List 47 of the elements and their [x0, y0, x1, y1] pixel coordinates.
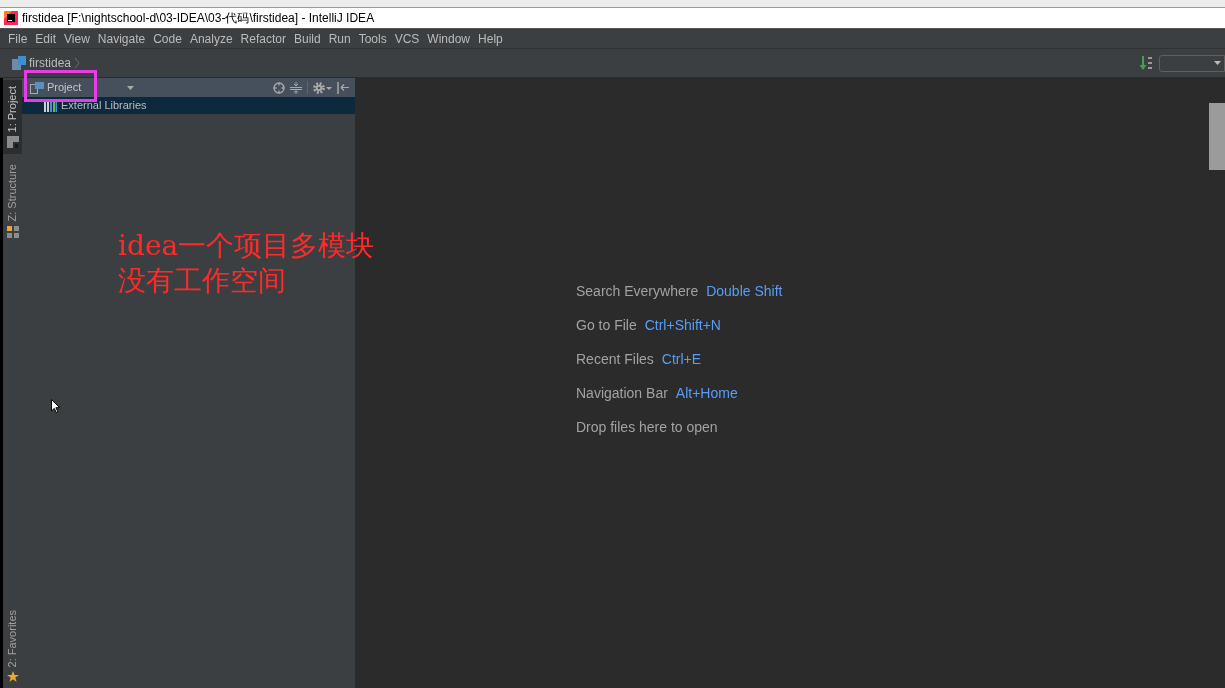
structure-tool-icon: [6, 225, 19, 238]
tool-window-tab[interactable]: Z: Structure: [3, 158, 22, 244]
locate-icon[interactable]: [273, 81, 285, 94]
caret-icon: [127, 85, 135, 90]
star-icon: [6, 671, 19, 682]
update-arrow-icon[interactable]: [1139, 56, 1153, 70]
project-view-dropdown[interactable]: Project: [30, 80, 135, 95]
hint-shortcut: Alt+Home: [675, 384, 738, 403]
logo-icon: [4, 11, 18, 25]
menu-item[interactable]: Refactor: [236, 29, 290, 48]
menu-item[interactable]: File: [4, 29, 32, 48]
tool-window-tab[interactable]: 2: Favorites: [3, 603, 22, 688]
hint-action: Go to File: [576, 316, 637, 335]
menu-item[interactable]: Run: [324, 29, 355, 48]
annotation-text: idea一个项目多模块: [118, 228, 375, 263]
library-icon: [44, 99, 57, 112]
hide-panel-icon[interactable]: [337, 81, 349, 94]
hint-shortcut: Double Shift: [706, 282, 783, 301]
hint-shortcut: Ctrl+Shift+N: [644, 316, 721, 335]
hint-shortcut: Ctrl+E: [661, 350, 702, 369]
collapse-icon[interactable]: [290, 81, 302, 94]
hint-action: Navigation Bar: [576, 384, 668, 403]
window-title: firstidea [F:\nightschool-d\03-IDEA\03-代码\firstidea] - IntelliJ IDEA: [22, 10, 375, 26]
menu-item[interactable]: Tools: [354, 29, 391, 48]
mouse-cursor-icon: [51, 399, 60, 413]
menu-item[interactable]: VCS: [390, 29, 424, 48]
menu-item[interactable]: Help: [474, 29, 507, 48]
caret-icon: [1214, 61, 1221, 65]
menu-item[interactable]: Navigate: [93, 29, 150, 48]
menu-item[interactable]: View: [60, 29, 94, 48]
module-folder-icon: [12, 56, 26, 70]
breadcrumb[interactable]: firstidea: [29, 55, 72, 71]
project-view-icon: [30, 81, 44, 94]
project-tool-icon: [6, 136, 19, 149]
hint-action: Search Everywhere: [576, 282, 699, 301]
menu-item[interactable]: Build: [289, 29, 325, 48]
hint-action: Recent Files: [576, 350, 654, 369]
scrollbar-thumb[interactable]: [1209, 103, 1225, 170]
chevron-icon: [74, 57, 81, 69]
menu-item[interactable]: Analyze: [185, 29, 237, 48]
annotation-text: 没有工作空间: [118, 263, 287, 298]
menu-item[interactable]: Code: [149, 29, 186, 48]
tool-window-tab[interactable]: 1: Project: [3, 80, 22, 155]
menu-item[interactable]: Window: [423, 29, 475, 48]
hint-action: Drop files here to open: [576, 418, 718, 437]
menu-item[interactable]: Edit: [31, 29, 61, 48]
settings-icon[interactable]: [313, 81, 332, 94]
